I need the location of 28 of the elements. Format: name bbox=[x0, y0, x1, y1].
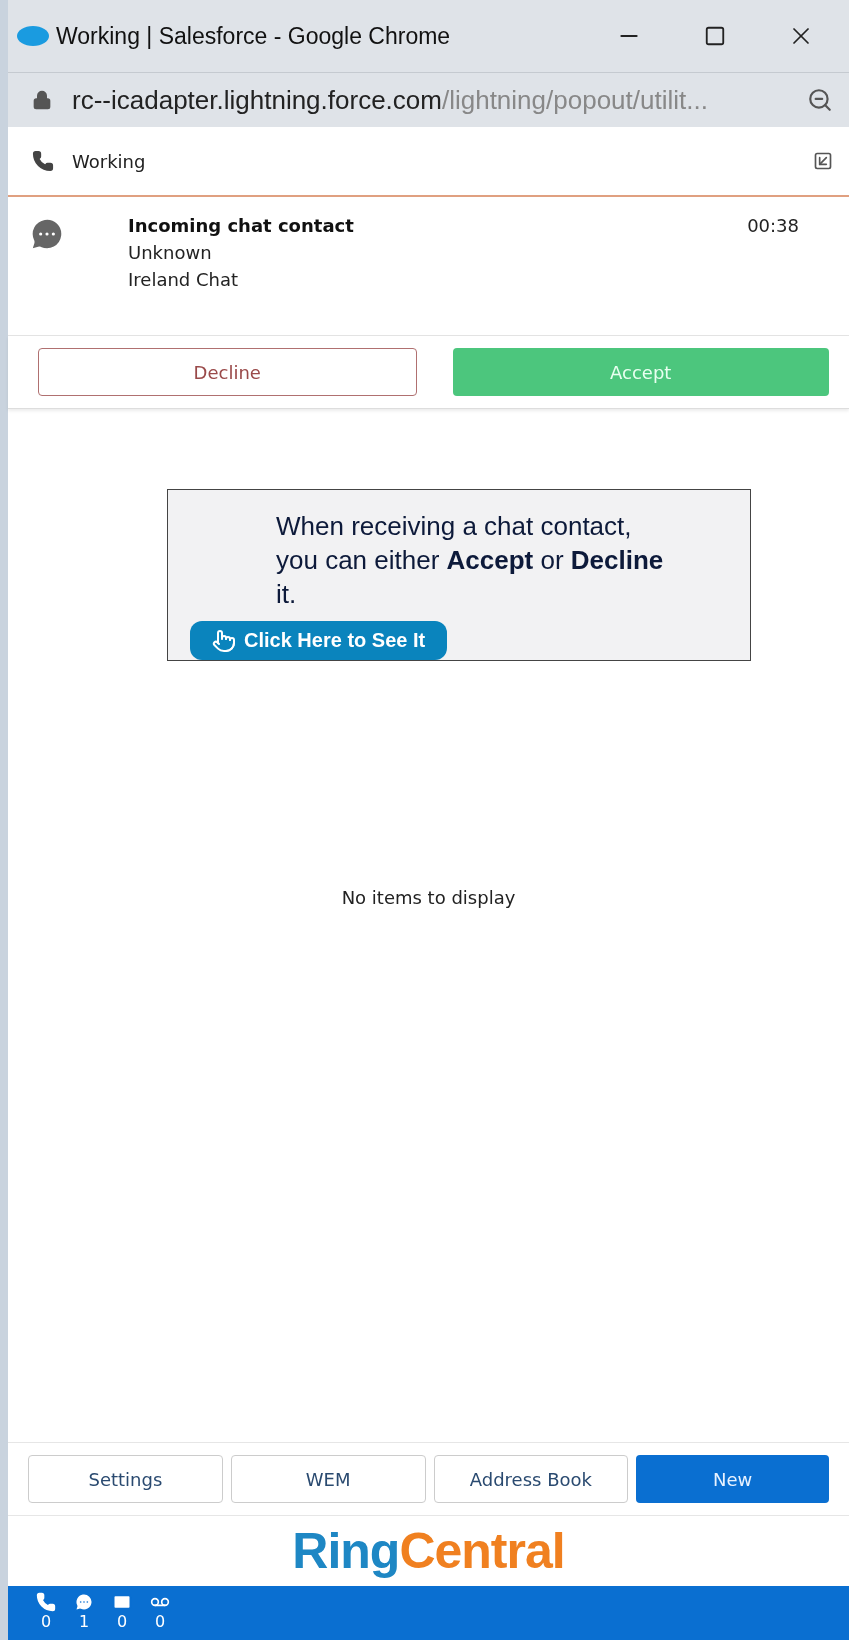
counter-text: 1 bbox=[78, 1612, 90, 1631]
phone-icon bbox=[36, 1592, 56, 1612]
lock-icon bbox=[32, 90, 52, 110]
toolbar-button[interactable]: WEM bbox=[230, 1455, 426, 1503]
empty-message: No items to display bbox=[341, 887, 516, 908]
toolbar-button[interactable]: New bbox=[636, 1455, 829, 1503]
callout-text: When receiving a chat contact, you can either Accept or Decline it. bbox=[276, 510, 665, 611]
counter-text: 0 bbox=[116, 1612, 128, 1631]
decline-button[interactable]: Decline bbox=[38, 348, 417, 396]
counter-text: 0 bbox=[40, 1612, 52, 1631]
status-text: Working bbox=[72, 150, 147, 172]
see-it-button[interactable]: Click Here to See It bbox=[190, 621, 448, 660]
pointer-hand-icon bbox=[212, 628, 236, 653]
timer-text: 00:38 bbox=[747, 215, 799, 238]
phone-icon bbox=[32, 150, 54, 172]
popout-icon[interactable] bbox=[813, 151, 833, 171]
maximize-icon[interactable] bbox=[704, 25, 726, 47]
url-text: rc--icadapter.lightning.force.com/lightning/popout/utilit... bbox=[72, 84, 709, 116]
queue-name: Ireland Chat bbox=[128, 269, 240, 290]
brand-logo: RingCentral bbox=[292, 1522, 565, 1580]
zoom-icon[interactable] bbox=[807, 87, 833, 113]
window-title: Working | Salesforce - Google Chrome bbox=[56, 22, 452, 50]
toolbar-button[interactable]: Address Book bbox=[433, 1455, 629, 1503]
toolbar-button[interactable]: Settings bbox=[28, 1455, 223, 1503]
chat-icon bbox=[74, 1592, 94, 1612]
caller-name: Unknown bbox=[128, 242, 213, 263]
contact-title: Incoming chat contact bbox=[128, 215, 355, 236]
counter-text: 0 bbox=[154, 1612, 166, 1631]
